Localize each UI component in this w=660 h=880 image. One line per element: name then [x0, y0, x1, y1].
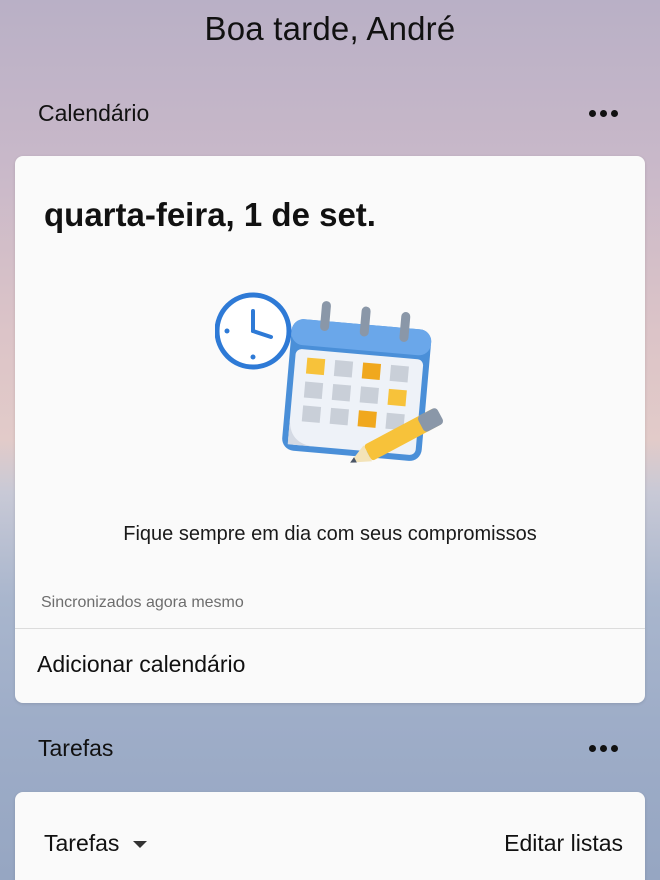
divider [15, 628, 645, 629]
greeting-title: Boa tarde, André [204, 10, 456, 47]
task-list-selector[interactable]: Tarefas [44, 830, 148, 857]
calendar-card: quarta-feira, 1 de set. Fique sempre em … [15, 156, 645, 703]
tasks-card: Tarefas Editar listas [15, 792, 645, 880]
sync-status: Sincronizados agora mesmo [41, 594, 244, 611]
edit-lists-button[interactable]: Editar listas [504, 830, 623, 857]
calendar-section-header: Calendário [38, 100, 622, 127]
tasks-section-title: Tarefas [38, 735, 114, 761]
calendar-more-options-icon[interactable] [585, 104, 622, 123]
task-list-selector-label: Tarefas [44, 830, 120, 856]
tasks-more-options-icon[interactable] [585, 739, 622, 758]
calendar-section-title: Calendário [38, 100, 150, 126]
calendar-empty-message: Fique sempre em dia com seus compromisso… [123, 523, 537, 545]
calendar-illustration-icon [215, 292, 444, 463]
add-calendar-button[interactable]: Adicionar calendário [37, 651, 245, 678]
calendar-date: quarta-feira, 1 de set. [44, 196, 376, 233]
tasks-section-header: Tarefas [38, 735, 622, 762]
caret-down-icon [133, 841, 148, 848]
